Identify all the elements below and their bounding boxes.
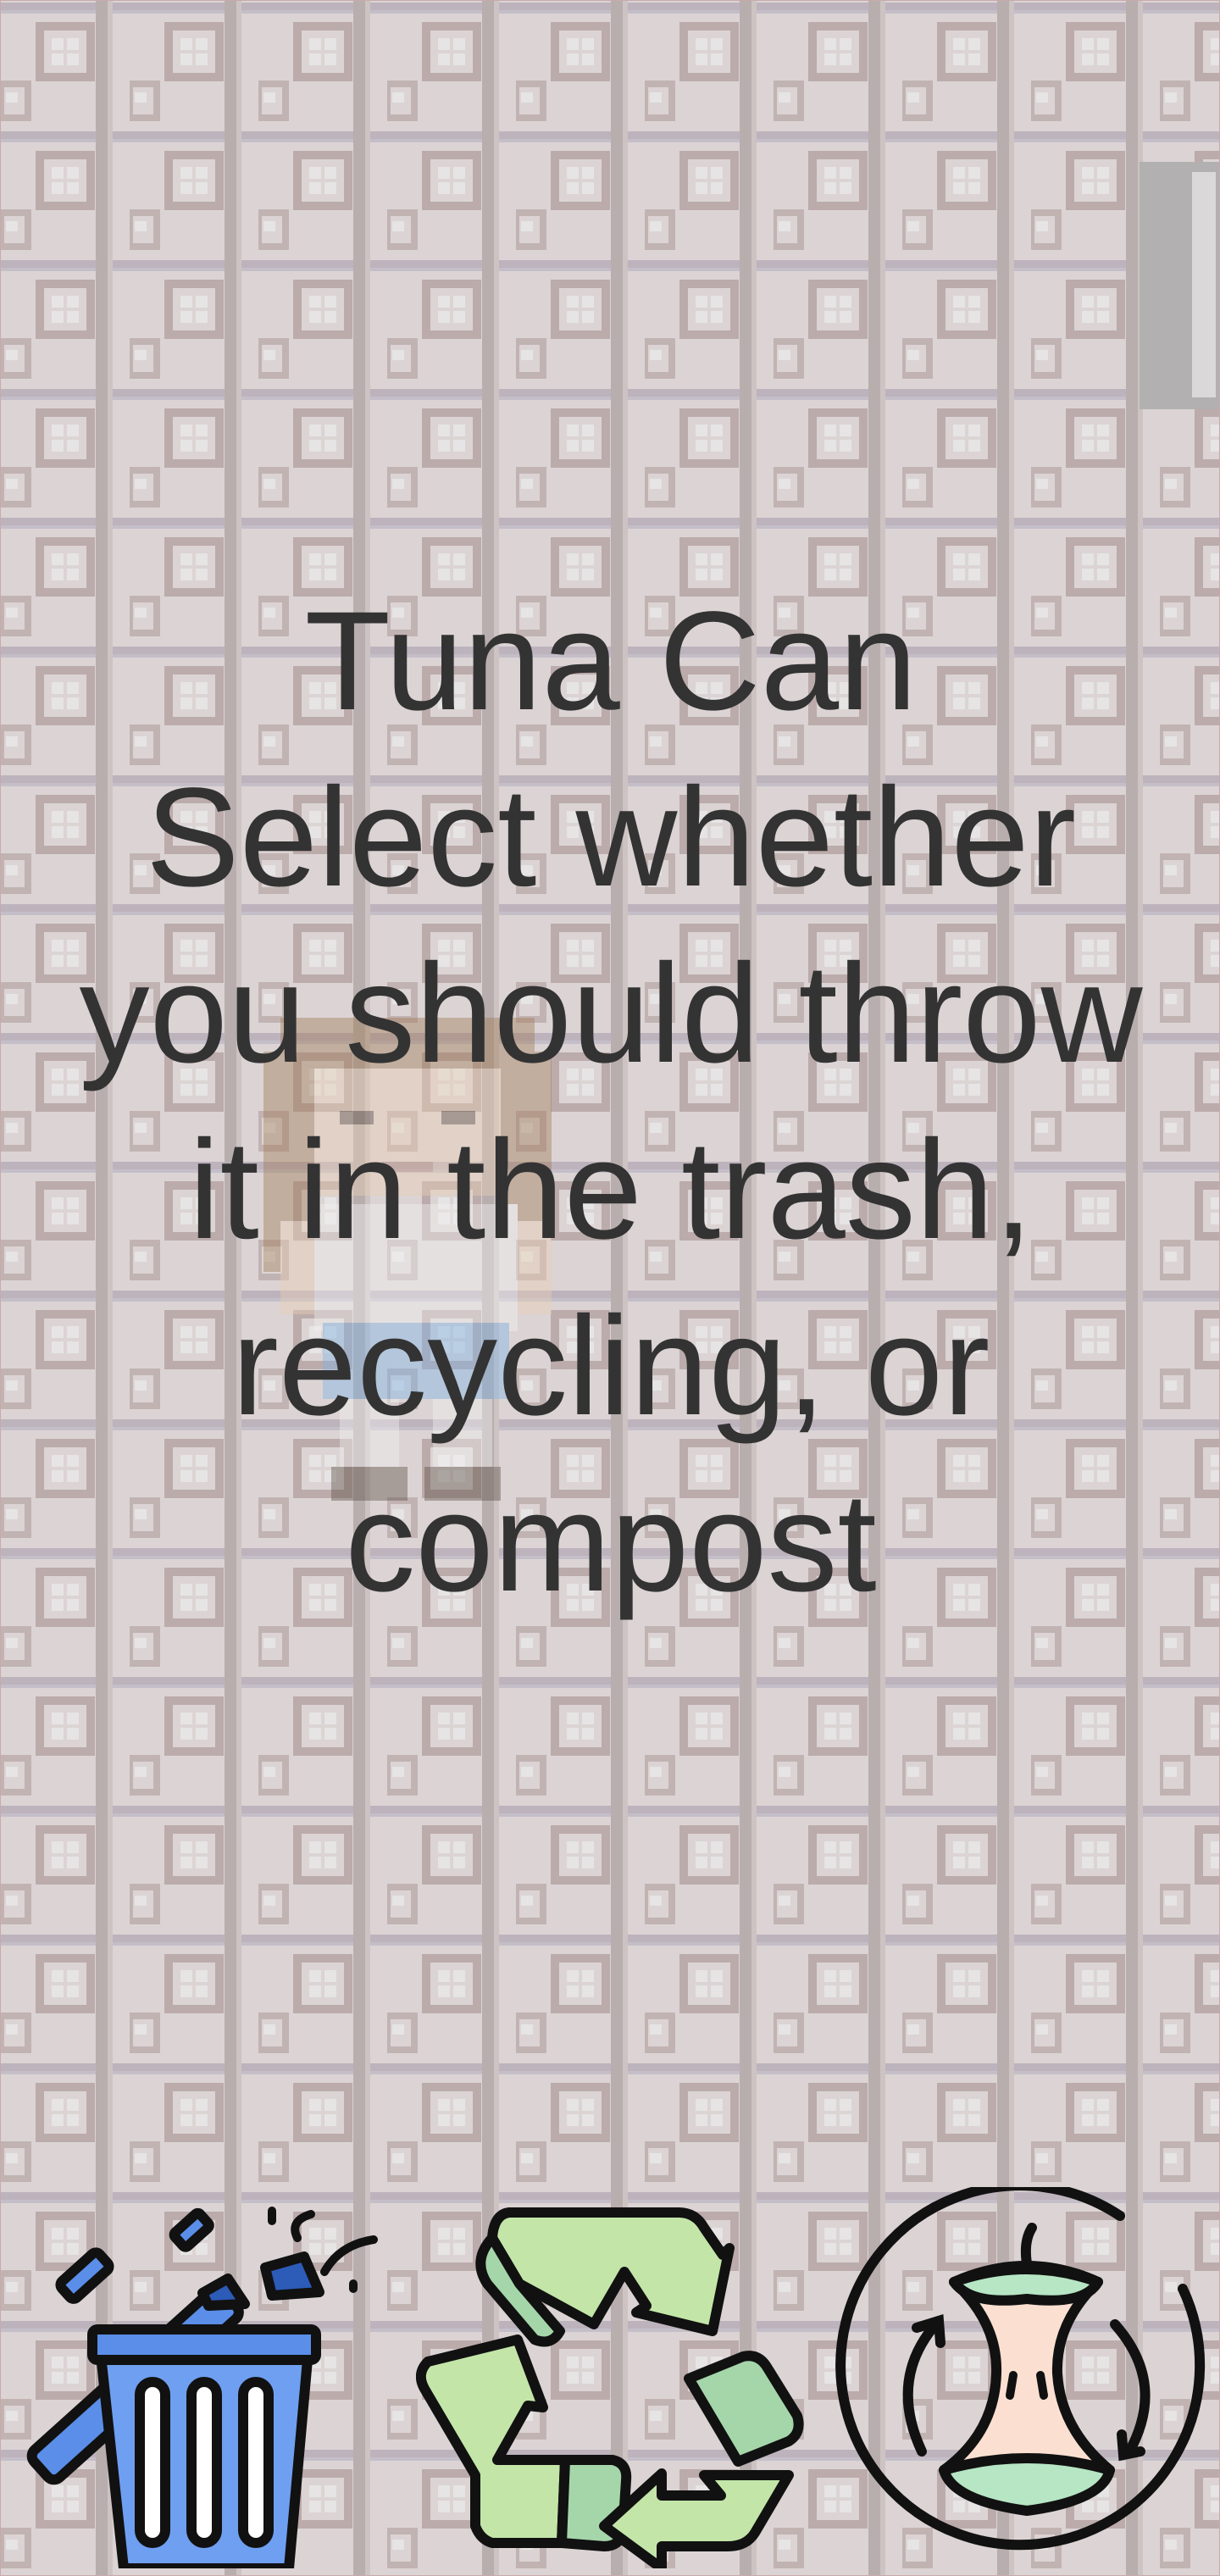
scrollbar-highlight <box>1192 172 1216 397</box>
game-stage: Tuna Can Select whether you should throw… <box>0 0 1220 2576</box>
question-prompt: Tuna Can Select whether you should throw… <box>18 574 1204 1631</box>
trash-choice-button[interactable] <box>18 2204 391 2568</box>
prompt-line-3: it in the trash, <box>188 1112 1034 1269</box>
compost-choice-button[interactable] <box>835 2187 1217 2573</box>
prompt-line-1: Select whether <box>145 759 1077 916</box>
apple-core-compost-icon <box>835 2187 1206 2551</box>
prompt-line-5: compost <box>345 1464 877 1621</box>
prompt-line-4: recycling, or <box>231 1288 990 1445</box>
item-name: Tuna Can <box>304 583 918 740</box>
recycling-choice-button[interactable] <box>416 2196 806 2568</box>
trash-bin-icon <box>26 2207 378 2568</box>
scrollbar-thumb[interactable] <box>1140 162 1219 409</box>
recycle-arrows-icon <box>416 2207 804 2568</box>
prompt-line-2: you should throw <box>79 935 1143 1092</box>
